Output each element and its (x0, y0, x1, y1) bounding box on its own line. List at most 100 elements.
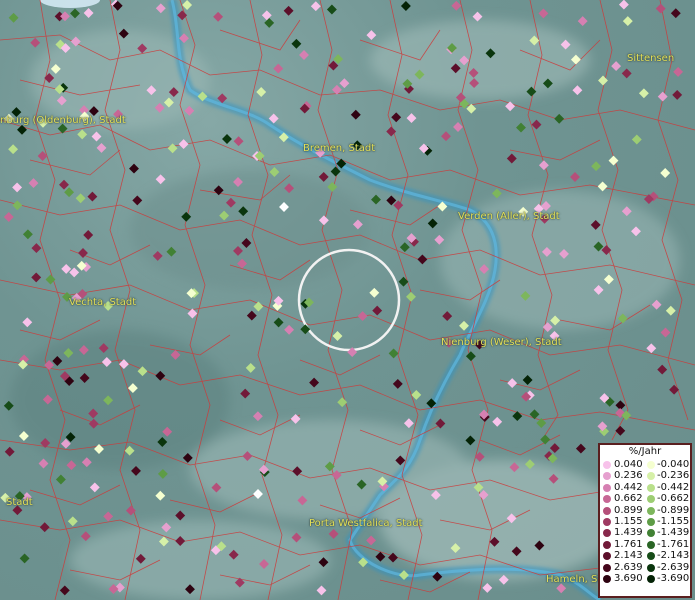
station-marker (283, 5, 294, 16)
station-marker (469, 78, 480, 89)
station-marker (451, 0, 462, 11)
station-marker (631, 134, 642, 145)
station-marker (30, 37, 41, 48)
station-marker (158, 536, 169, 547)
station-marker (182, 0, 193, 10)
station-marker (465, 435, 476, 446)
station-marker (28, 178, 39, 189)
legend-swatch-negative (647, 540, 655, 549)
city-label-oldenburg: nburg (Oldenburg), Stadt (0, 115, 126, 126)
station-marker (660, 327, 671, 338)
legend-swatch-positive (603, 540, 611, 549)
station-marker (622, 16, 633, 27)
map-view[interactable]: nburg (Oldenburg), Stadt Bremen, Stadt S… (0, 0, 695, 600)
station-marker (529, 409, 540, 420)
station-marker (300, 324, 311, 335)
station-marker (479, 264, 490, 275)
station-marker (124, 445, 135, 456)
station-marker (450, 543, 461, 554)
station-marker (366, 30, 377, 41)
legend-value-positive: 1.761 (614, 538, 643, 550)
legend-value-negative: -0.899 (657, 504, 690, 516)
legend-value-positive: 0.899 (614, 504, 643, 516)
station-marker (184, 105, 195, 116)
station-marker (131, 465, 141, 476)
station-marker (388, 552, 398, 563)
station-marker (217, 93, 228, 104)
station-marker (590, 219, 601, 230)
station-marker (392, 378, 403, 389)
station-marker (597, 181, 608, 192)
station-marker (371, 194, 381, 205)
station-marker (269, 167, 280, 177)
city-label-bremen: Bremen, Stadt (303, 143, 376, 154)
station-marker (459, 55, 470, 66)
station-marker (399, 242, 410, 253)
station-marker (603, 274, 614, 285)
station-marker (241, 238, 252, 248)
legend-swatch-positive (603, 552, 611, 561)
legend-value-negative: -0.662 (657, 493, 690, 505)
station-marker (162, 426, 173, 437)
legend-value-positive: 0.442 (614, 481, 643, 493)
station-marker (542, 78, 553, 89)
legend-row: 0.236 -0.236 (600, 470, 690, 481)
station-marker (278, 132, 289, 143)
legend-value-negative: -0.236 (657, 470, 690, 482)
station-marker (197, 91, 208, 102)
station-marker (386, 126, 397, 137)
station-marker (39, 522, 50, 533)
station-marker (542, 322, 553, 333)
station-marker (3, 400, 14, 411)
station-marker (297, 495, 308, 506)
station-marker (577, 16, 588, 27)
station-marker (309, 377, 320, 388)
station-marker (261, 10, 272, 21)
station-marker (621, 68, 632, 79)
station-marker (31, 243, 42, 254)
station-marker (520, 290, 531, 301)
station-marker (175, 536, 186, 546)
station-marker (638, 88, 649, 99)
station-marker (4, 446, 15, 457)
city-label-hameln: Hameln, St (546, 574, 602, 585)
station-marker (318, 171, 329, 182)
city-label-porta-westfalica: Porta Westfalica, Stadt (309, 518, 423, 529)
station-marker (611, 61, 622, 72)
station-marker (318, 215, 329, 226)
station-marker (531, 119, 542, 130)
station-marker (137, 43, 148, 54)
station-marker (395, 455, 406, 466)
station-marker (507, 378, 518, 389)
station-marker (70, 36, 81, 47)
station-marker (213, 11, 224, 22)
station-marker (233, 245, 243, 256)
station-marker (375, 551, 386, 562)
station-marker (330, 166, 341, 177)
station-marker (66, 460, 77, 471)
legend-swatch-positive (603, 495, 611, 504)
station-marker (91, 131, 102, 142)
station-marker (548, 473, 559, 484)
station-marker (621, 206, 632, 217)
station-marker (211, 482, 222, 493)
station-marker (256, 87, 267, 97)
station-marker (403, 418, 414, 429)
station-marker (228, 549, 239, 560)
station-marker (575, 443, 586, 454)
station-marker (284, 183, 295, 194)
station-marker (672, 89, 683, 100)
station-marker (473, 482, 484, 493)
station-marker (219, 210, 230, 221)
station-marker (356, 479, 367, 490)
station-marker (155, 174, 166, 185)
station-marker (386, 195, 397, 206)
legend-row: 0.662 -0.662 (600, 493, 690, 504)
station-marker (252, 411, 263, 422)
station-marker (22, 317, 33, 328)
legend-swatch-positive (603, 472, 611, 481)
station-marker (541, 246, 552, 257)
station-marker (316, 585, 327, 596)
legend-swatch-negative (647, 495, 655, 504)
station-marker (339, 78, 350, 89)
